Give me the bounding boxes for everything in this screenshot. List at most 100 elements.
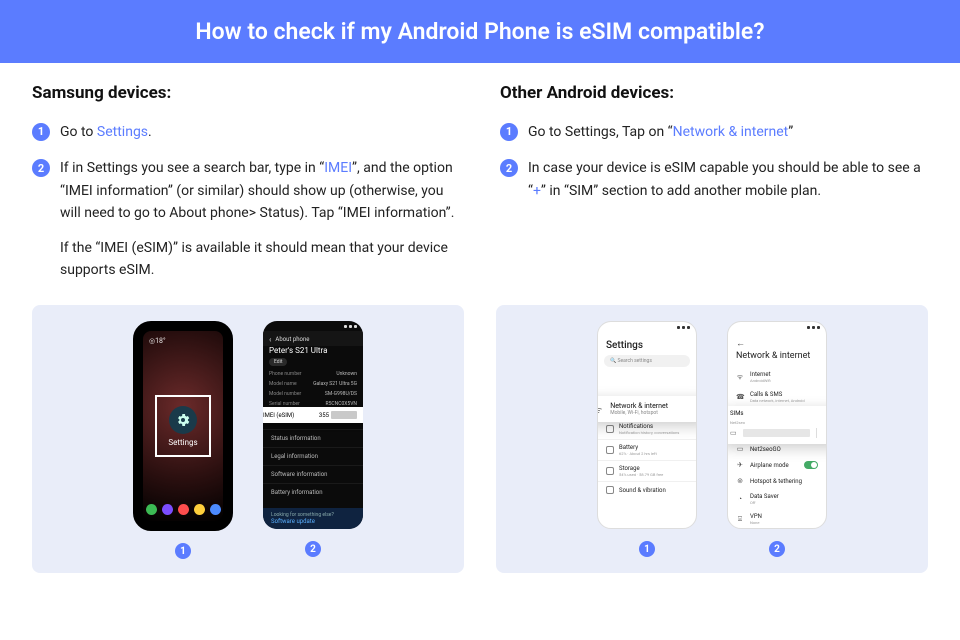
popup-subtitle: Mobile, Wi-Fi, hotspot [610, 410, 668, 416]
wifi-icon: ᯤ [736, 373, 744, 382]
shot-number: 2 [769, 541, 785, 557]
other-column: Other Android devices: 1 Go to Settings,… [500, 83, 928, 295]
weather-widget: ◎18° [143, 331, 223, 345]
vpn-icon: ⍓ [736, 515, 744, 524]
network-row: ᯤInternetAndroidWifi [728, 367, 826, 387]
sound-icon [606, 486, 614, 494]
chevron-left-icon: ‹ [269, 335, 271, 344]
phone-mock-samsung-about: ‹ About phone Peter's S21 Ultra Edit Phon… [263, 321, 363, 529]
text: If the “IMEI (eSIM)” is available it sho… [60, 237, 460, 282]
dock-icon [194, 504, 205, 515]
dock-icon [162, 504, 173, 515]
device-name: Peter's S21 Ultra [263, 346, 363, 357]
network-title: Network & internet [728, 349, 826, 367]
back-arrow-icon: ← [728, 332, 826, 349]
sims-highlight: SIMs Net2seo ▭ + [727, 406, 827, 444]
plus-icon: + [823, 428, 827, 438]
text: . [148, 124, 152, 140]
data-saver-icon: ◔ [736, 495, 744, 503]
step-text: In case your device is eSIM capable you … [528, 157, 928, 202]
settings-row: Sound & vibration [598, 481, 696, 498]
search-settings: 🔍 Search settings [604, 355, 690, 367]
sim-icon: ▭ [736, 445, 744, 453]
page-title: How to check if my Android Phone is eSIM… [195, 18, 764, 45]
redacted-value [331, 411, 357, 419]
phone-icon: ☎ [736, 393, 744, 401]
list-item: Battery information [263, 483, 363, 501]
dock-icon [210, 504, 221, 515]
dock-icons [143, 504, 223, 515]
airplane-toggle [804, 461, 818, 469]
list-item: Software information [263, 465, 363, 483]
dock-icon [178, 504, 189, 515]
info-row: Model numberSM-G998U/DS [263, 389, 363, 399]
shot-number: 2 [305, 541, 321, 557]
keyword-network-internet: Network & internet [673, 124, 789, 140]
text: If in Settings you see a search bar, typ… [60, 160, 324, 176]
network-internet-highlight: ᯤ Network & internetMobile, Wi-Fi, hotsp… [597, 396, 697, 422]
step-badge: 1 [32, 123, 50, 141]
network-row: ⍓VPNNone [728, 509, 826, 529]
other-step-2: 2 In case your device is eSIM capable yo… [500, 157, 928, 202]
instruction-columns: Samsung devices: 1 Go to Settings. 2 If … [0, 63, 960, 295]
settings-label: Settings [168, 438, 197, 447]
other-step-1: 1 Go to Settings, Tap on “Network & inte… [500, 121, 928, 143]
sims-header: SIMs [730, 410, 827, 417]
samsung-heading: Samsung devices: [32, 83, 460, 103]
other-panel: Settings 🔍 Search settings AppsAssistant… [496, 305, 928, 573]
text: ” in “SIM” section to add another mobile… [541, 183, 821, 199]
status-bar [263, 321, 363, 331]
screenshot-panels: ◎18° Settings 1 [0, 295, 960, 573]
status-bar [598, 322, 696, 332]
footer-link: Software update [271, 518, 355, 525]
settings-row: Storage54% used · 58.79 GB free [598, 460, 696, 481]
samsung-step-2: 2 If in Settings you see a search bar, t… [32, 157, 460, 281]
sim-icon: ▭ [730, 429, 737, 437]
airplane-icon: ✈ [736, 461, 744, 469]
phone-mock-samsung-home: ◎18° Settings [133, 321, 233, 531]
info-row: Phone numberUnknown [263, 369, 363, 379]
edit-chip: Edit [269, 358, 287, 366]
step-text: If in Settings you see a search bar, typ… [60, 157, 460, 281]
network-row: ☎Calls & SMSData network, internet, Andr… [728, 387, 826, 407]
settings-highlight: Settings [155, 395, 211, 457]
text: Go to [60, 124, 97, 140]
text: ” [788, 124, 793, 140]
storage-icon [606, 467, 614, 475]
battery-icon [606, 446, 614, 454]
network-row: ✈Airplane mode [728, 457, 826, 473]
notifications-icon [606, 425, 614, 433]
imei-esim-highlight: IMEI (eSIM) 355 [263, 407, 363, 423]
keyword-settings: Settings [97, 124, 148, 140]
gear-icon [169, 406, 197, 434]
shot-number: 1 [175, 543, 191, 559]
text: Go to Settings, Tap on “ [528, 124, 673, 140]
about-list: Status information Legal information Sof… [263, 429, 363, 501]
list-item: Legal information [263, 447, 363, 465]
settings-title: Settings [598, 332, 696, 355]
dock-icon [146, 504, 157, 515]
hotspot-icon: ⊚ [736, 477, 744, 485]
samsung-shot-2: ‹ About phone Peter's S21 Ultra Edit Phon… [263, 321, 363, 559]
phone-mock-network: ← Network & internet ᯤInternetAndroidWif… [727, 321, 827, 529]
page-header: How to check if my Android Phone is eSIM… [0, 0, 960, 63]
samsung-panel: ◎18° Settings 1 [32, 305, 464, 573]
keyword-imei: IMEI [324, 160, 352, 176]
about-title: About phone [275, 336, 309, 343]
info-row: Model nameGalaxy S21 Ultra 5G [263, 379, 363, 389]
status-bar [728, 322, 826, 332]
list-item: Status information [263, 429, 363, 447]
about-header: ‹ About phone [263, 331, 363, 346]
about-footer: Looking for something else? Software upd… [263, 508, 363, 529]
other-shot-1: Settings 🔍 Search settings AppsAssistant… [597, 321, 697, 559]
other-shot-2: ← Network & internet ᯤInternetAndroidWif… [727, 321, 827, 559]
step-badge: 2 [32, 159, 50, 177]
sims-network: Net2seo [730, 420, 827, 425]
network-row: ⊚Hotspot & tethering [728, 473, 826, 489]
keyword-plus: + [533, 183, 541, 199]
samsung-column: Samsung devices: 1 Go to Settings. 2 If … [32, 83, 460, 295]
settings-row: Battery62% · About 2 hrs left [598, 439, 696, 460]
step-text: Go to Settings. [60, 121, 460, 143]
step-badge: 1 [500, 123, 518, 141]
other-heading: Other Android devices: [500, 83, 928, 103]
